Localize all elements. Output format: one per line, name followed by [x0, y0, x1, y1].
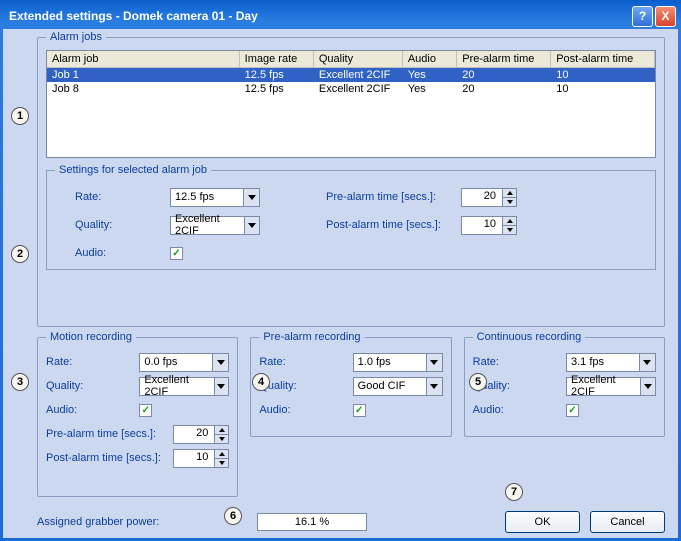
chevron-down-icon[interactable] [212, 354, 228, 371]
prealarm-rate-combo[interactable]: 1.0 fps [353, 353, 443, 372]
prealarm-recording-group: Pre-alarm recording Rate: 1.0 fps Qualit… [250, 337, 451, 437]
pre-alarm-label: Pre-alarm time [secs.]: [326, 191, 461, 203]
prealarm-legend: Pre-alarm recording [259, 331, 364, 343]
motion-recording-group: Motion recording Rate: 0.0 fps Quality: … [37, 337, 238, 497]
pre-alarm-label: Pre-alarm time [secs.]: [46, 428, 166, 440]
table-header: Alarm job Image rate Quality Audio Pre-a… [47, 51, 655, 68]
prealarm-quality-combo[interactable]: Good CIF [353, 377, 443, 396]
rate-combo[interactable]: 12.5 fps [170, 188, 260, 207]
motion-pre-spin[interactable]: 20 [173, 425, 229, 444]
prealarm-audio-checkbox[interactable]: ✓ [353, 404, 366, 417]
help-icon: ? [639, 9, 646, 23]
continuous-quality-combo[interactable]: Excellent 2CIF [566, 377, 656, 396]
marker-3: 3 [11, 373, 29, 391]
motion-rate-combo[interactable]: 0.0 fps [139, 353, 229, 372]
rate-label: Rate: [46, 356, 96, 368]
col-image-rate[interactable]: Image rate [240, 51, 314, 67]
marker-4: 4 [252, 373, 270, 391]
chevron-down-icon[interactable] [426, 354, 442, 371]
titlebar[interactable]: Extended settings - Domek camera 01 - Da… [3, 3, 678, 29]
audio-label: Audio: [46, 404, 96, 416]
spin-up-icon[interactable] [503, 189, 516, 197]
spin-down-icon[interactable] [503, 197, 516, 206]
spin-down-icon[interactable] [215, 458, 228, 467]
motion-quality-combo[interactable]: Excellent 2CIF [139, 377, 229, 396]
rate-label: Rate: [75, 191, 170, 203]
audio-label: Audio: [75, 247, 170, 259]
close-button[interactable]: X [655, 6, 676, 27]
table-row[interactable]: Job 1 12.5 fps Excellent 2CIF Yes 20 10 [47, 68, 655, 82]
window-title: Extended settings - Domek camera 01 - Da… [9, 9, 630, 23]
continuous-recording-group: Continuous recording Rate: 3.1 fps Quali… [464, 337, 665, 437]
close-icon: X [661, 9, 669, 23]
spin-up-icon[interactable] [503, 217, 516, 225]
chevron-down-icon[interactable] [244, 217, 259, 234]
col-alarm-job[interactable]: Alarm job [47, 51, 240, 67]
quality-label: Quality: [75, 219, 170, 231]
alarm-jobs-legend: Alarm jobs [46, 31, 106, 43]
quality-combo[interactable]: Excellent 2CIF [170, 216, 260, 235]
audio-checkbox[interactable]: ✓ [170, 247, 183, 260]
col-pre-alarm[interactable]: Pre-alarm time [457, 51, 551, 67]
settings-legend: Settings for selected alarm job [55, 164, 211, 176]
post-alarm-spin[interactable]: 10 [461, 216, 517, 235]
audio-label: Audio: [259, 404, 309, 416]
continuous-legend: Continuous recording [473, 331, 586, 343]
spin-up-icon[interactable] [215, 426, 228, 434]
pre-alarm-spin[interactable]: 20 [461, 188, 517, 207]
post-alarm-label: Post-alarm time [secs.]: [326, 219, 461, 231]
alarm-jobs-group: Alarm jobs Alarm job Image rate Quality … [37, 37, 665, 327]
col-post-alarm[interactable]: Post-alarm time [551, 51, 655, 67]
spin-down-icon[interactable] [215, 434, 228, 443]
chevron-down-icon[interactable] [214, 378, 229, 395]
help-button[interactable]: ? [632, 6, 653, 27]
cancel-button[interactable]: Cancel [590, 511, 665, 533]
spin-down-icon[interactable] [503, 225, 516, 234]
grabber-power-label: Assigned grabber power: [37, 516, 197, 528]
marker-2: 2 [11, 245, 29, 263]
continuous-audio-checkbox[interactable]: ✓ [566, 404, 579, 417]
marker-5: 5 [469, 373, 487, 391]
table-row[interactable]: Job 8 12.5 fps Excellent 2CIF Yes 20 10 [47, 82, 655, 96]
rate-label: Rate: [473, 356, 523, 368]
marker-1: 1 [11, 107, 29, 125]
col-quality[interactable]: Quality [314, 51, 403, 67]
quality-label: Quality: [46, 380, 96, 392]
col-audio[interactable]: Audio [403, 51, 457, 67]
spin-up-icon[interactable] [215, 450, 228, 458]
alarm-jobs-table[interactable]: Alarm job Image rate Quality Audio Pre-a… [46, 50, 656, 158]
motion-legend: Motion recording [46, 331, 136, 343]
chevron-down-icon[interactable] [243, 189, 259, 206]
marker-7: 7 [505, 483, 523, 501]
chevron-down-icon[interactable] [426, 378, 442, 395]
ok-button[interactable]: OK [505, 511, 580, 533]
marker-6: 6 [224, 507, 242, 525]
post-alarm-label: Post-alarm time [secs.]: [46, 452, 166, 464]
motion-audio-checkbox[interactable]: ✓ [139, 404, 152, 417]
selected-job-settings: Settings for selected alarm job Rate: 12… [46, 170, 656, 270]
chevron-down-icon[interactable] [639, 354, 655, 371]
motion-post-spin[interactable]: 10 [173, 449, 229, 468]
continuous-rate-combo[interactable]: 3.1 fps [566, 353, 656, 372]
chevron-down-icon[interactable] [640, 378, 655, 395]
audio-label: Audio: [473, 404, 523, 416]
rate-label: Rate: [259, 356, 309, 368]
grabber-power-value: 16.1 % [257, 513, 367, 531]
